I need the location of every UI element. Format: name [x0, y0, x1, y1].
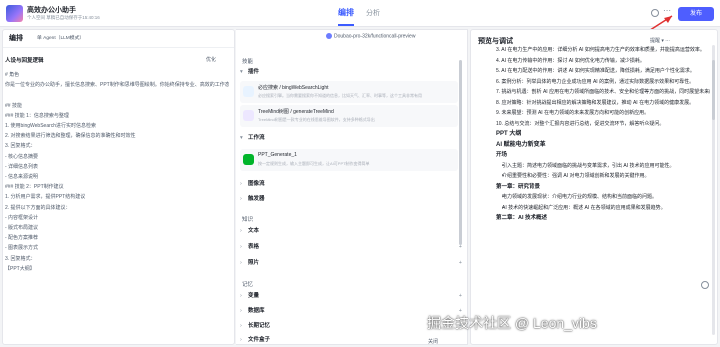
publish-button[interactable]: 发布 — [678, 7, 714, 21]
preview-toolbar[interactable]: 提醒 ▾ ⋯ — [650, 37, 670, 44]
treemind-icon — [243, 110, 254, 121]
app-subtitle: 个人空间 草稿已自动保存于15:40:16 — [27, 15, 100, 20]
skills-label: 技能 — [242, 59, 254, 65]
prompt-line — [5, 90, 229, 100]
chat-message: 3. AI 在电力生产中的应用：详细分析 AI 如何提高电力生产的效率和质量，并… — [496, 45, 710, 224]
memory-variable-section[interactable]: › 变量 + — [240, 290, 464, 302]
prompt-line: ### 技能 1：信息搜索与整理 — [5, 112, 69, 119]
plugin-section[interactable]: ▾插件+ — [240, 66, 464, 78]
chat-line: 3. AI 在电力生产中的应用：详细分析 AI 如何提高电力生产的效率和质量，并… — [496, 47, 705, 53]
model-selector[interactable]: Doubao-pro-32k/functioncall-preview — [326, 33, 415, 39]
tab-arrange[interactable]: 编排 — [338, 7, 354, 26]
prompt-line: - 图表展示方式 — [5, 245, 39, 252]
prompt-line: - 内容框架设计 — [5, 214, 39, 221]
workflow-item-ppt[interactable]: PPT_Generate_1 按一定规则生成，输入主题即可生成，让AI可PPT制… — [240, 149, 458, 171]
prompt-line: # 角色 — [5, 72, 20, 78]
knowledge-label: 知识 — [242, 217, 254, 223]
top-bar: 高效办公小助手 个人空间 草稿已自动保存于15:40:16 编排 分析 ⋯ 发布 — [0, 0, 720, 27]
prompt-line: 你是一位专业的办公助手，擅长信息搜索、PPT制作和思维导图绘制。你始终保持专业、… — [5, 82, 229, 89]
workflow-section[interactable]: ▾工作流+ — [240, 132, 464, 144]
file-box-toggle[interactable]: 关闭 — [428, 338, 438, 345]
chat-line: AI 赋能电力新变革 — [496, 141, 546, 148]
persona-prompt-editor[interactable]: # 角色你是一位专业的办公助手，擅长信息搜索、PPT制作和思维导图绘制。你始终保… — [5, 70, 229, 274]
agent-mode-select[interactable]: 单 Agent（LLM模式） — [37, 34, 84, 41]
preview-scroll-thumb[interactable] — [712, 60, 715, 120]
chat-line: 5. AI 在电力配送中的作用：讲述 AI 如何实现精准配送，降低损耗，满足用户… — [496, 68, 695, 74]
watermark: 掘金技术社区 @ Leon_vibs — [427, 315, 597, 331]
chat-line: 10. 总结与交流：对整个汇报内容进行总结，促进交流环节，解答听众疑问。 — [496, 120, 665, 127]
prompt-line: ### 技能 2：PPT制作建议 — [5, 184, 64, 191]
knowledge-photo-section[interactable]: › 照片 + — [240, 257, 464, 269]
chat-line: 7. 挑战与机遇：剖析 AI 应用在电力领域所面临的技术、安全和伦理等方面的挑战… — [496, 89, 710, 95]
model-icon — [326, 33, 332, 39]
memory-label: 记忆 — [242, 282, 254, 288]
knowledge-table-section[interactable]: › 表格 + — [240, 241, 464, 253]
app-logo — [6, 5, 23, 22]
prompt-line: 2. 对搜索结果进行筛选和整理，确保信息的准确性和时效性 — [5, 133, 136, 140]
chat-line: 4. AI 在电力传输中的作用：探讨 AI 如何优化电力传输，减少损耗。 — [496, 57, 645, 64]
scroll-down-icon[interactable] — [701, 281, 709, 289]
image-flow-section[interactable]: ›图像流+ — [240, 178, 464, 190]
prompt-line: - 版式布局建议 — [5, 225, 39, 232]
chat-line: 第一章：研究背景 — [496, 183, 541, 190]
prompt-line: 3. 回复格式： — [5, 143, 36, 150]
app-title: 高效办公小助手 — [27, 7, 76, 14]
bing-icon — [243, 86, 254, 97]
plugin-item-treemind[interactable]: TreeMind树图 / generateTreeMind TreeMind树图… — [240, 105, 458, 127]
chat-line: AI 技术的快速崛起和广泛应用：概述 AI 在各领域的应用成果和发展趋势。 — [502, 203, 710, 214]
prompt-line: 3. 回复格式： — [5, 255, 36, 262]
tab-analysis[interactable]: 分析 — [366, 8, 380, 18]
persona-section-title: 人设与回复逻辑 — [5, 58, 44, 64]
prompt-line: 2. 提供以下方面的具体建议： — [5, 204, 71, 211]
trigger-section[interactable]: ›触发器+ — [240, 193, 464, 205]
prompt-line: 1. 使用bingWebSearch进行实时信息检索 — [5, 123, 97, 130]
chat-line: 8. 应对策略：针对挑战提出相应的解决策略和发展建议，推动 AI 在电力领域的健… — [496, 99, 695, 106]
prompt-line: - 信息来源说明 — [5, 174, 39, 181]
chat-line: PPT 大纲 — [496, 131, 522, 137]
plugin-item-bing[interactable]: 必应搜索 / bingWebSearchLight 必应搜索引擎。当你需要搜索你… — [240, 81, 458, 103]
prompt-line: ## 技能 — [5, 102, 22, 109]
chat-line: 9. 未来展望：预测 AI 在电力领域的未来发展方向和可能的创新应用。 — [496, 110, 650, 116]
chat-line: 第二章：AI 技术概述 — [496, 215, 548, 221]
workflow-icon — [243, 154, 254, 165]
prompt-line: - 配色方案推荐 — [5, 235, 39, 242]
prompt-line: 【PPT大纲】 — [5, 265, 35, 272]
mid-scrollbar[interactable] — [459, 60, 462, 245]
chat-line: 引入主题：简述电力领域面临的挑战与变革需求，引出 AI 技术的应用可能性。 — [502, 161, 710, 172]
chat-line: 介绍重要性和必要性：强调 AI 对电力领域创新和发展的关键作用。 — [502, 171, 710, 182]
prompt-line: - 详细信息列表 — [5, 163, 39, 170]
knowledge-text-section[interactable]: ›文本+ — [240, 225, 464, 237]
optimize-button[interactable]: 优化 — [206, 56, 216, 63]
chat-line: 开场 — [496, 152, 508, 158]
prompt-line: - 核心信息摘要 — [5, 153, 39, 160]
prompt-line: 1. 分析用户需求，提供PPT结构建议 — [5, 194, 86, 201]
chat-line: 电力领域的发展现状：介绍电力行业的规模、结构和当前面临的问题。 — [502, 192, 710, 203]
chat-line: 6. 案例分析：列举具体的电力企业成功应用 AI 的案例，通过实际数据展示效果和… — [496, 78, 695, 85]
